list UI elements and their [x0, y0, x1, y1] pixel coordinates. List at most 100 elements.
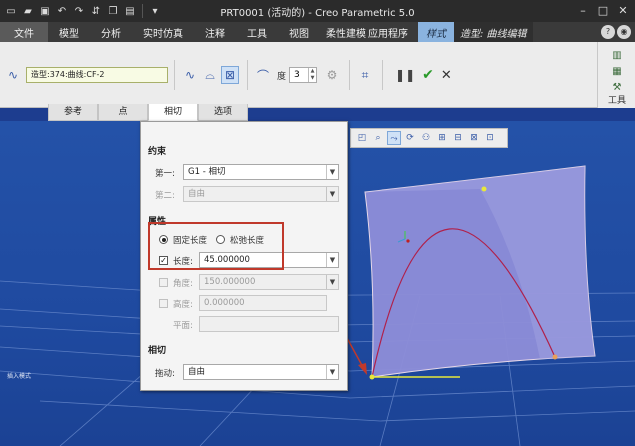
curve-type-icon: ∿ [7, 68, 19, 82]
interior-point[interactable] [481, 186, 487, 192]
angle-label: 角度: [173, 279, 193, 289]
plane-label: 平面: [173, 321, 193, 331]
height-label: 高度: [173, 300, 193, 310]
tab-curve-edit[interactable]: 造型: 曲线编辑 [454, 22, 533, 42]
constraint-heading: 约束 [148, 147, 167, 157]
open-folder-icon[interactable]: ▰ [21, 4, 35, 18]
status-text: 插入模式 [7, 373, 32, 380]
drag-value: 自由 [188, 367, 206, 377]
curve-analysis-icon[interactable]: ⌗ [356, 66, 374, 84]
end-point[interactable] [552, 354, 558, 360]
menu-tools[interactable]: 工具 [236, 22, 278, 42]
ribbon-separator [174, 60, 175, 90]
zoom-icon[interactable]: ⌕ [371, 131, 385, 145]
refit-icon[interactable]: ◰ [355, 131, 369, 145]
tab-references[interactable]: 参考 [48, 104, 98, 121]
second-constraint-value: 自由 [188, 189, 206, 199]
new-file-icon[interactable]: ▭ [4, 4, 18, 18]
fixed-length-radio[interactable] [159, 235, 168, 244]
close-icon[interactable]: ✕ [441, 68, 452, 83]
plane-input[interactable] [199, 316, 339, 332]
first-constraint-select[interactable]: G1 - 相切 ▼ [183, 164, 339, 180]
tool-settings-icon[interactable]: ▥ [610, 50, 624, 62]
menu-simulation[interactable]: 实时仿真 [132, 22, 194, 42]
view-manager-icon[interactable]: ⚇ [419, 131, 433, 145]
drag-select[interactable]: 自由 ▼ [183, 364, 339, 380]
ribbon-separator [382, 60, 384, 90]
menu-view[interactable]: 视图 [278, 22, 320, 42]
menu-analysis[interactable]: 分析 [90, 22, 132, 42]
menu-flexible-modeling[interactable]: 柔性建模 [320, 22, 368, 42]
table-icon[interactable]: ⊠ [467, 131, 481, 145]
tab-tangent[interactable]: 相切 [148, 104, 198, 121]
degree-label: 度 [277, 71, 287, 82]
graphics-toolbar: ◰ ⌕ ⤳ ⟳ ⚇ ⊞ ⊟ ⊠ ⊡ [350, 128, 508, 148]
degree-stepper[interactable]: 3 ▲ ▼ [289, 67, 318, 83]
connect-icon[interactable]: ⟳ [403, 131, 417, 145]
height-value: 0.000000 [204, 298, 245, 308]
close-window-icon[interactable]: ▤ [123, 4, 137, 18]
start-point[interactable] [369, 374, 375, 380]
length-label: 长度: [173, 257, 193, 267]
height-checkbox[interactable] [159, 299, 168, 308]
save-icon[interactable]: ▣ [38, 4, 52, 18]
grid-icon[interactable]: ⊞ [435, 131, 449, 145]
length-checkbox[interactable]: ✓ [159, 256, 168, 265]
tool-grid-icon[interactable]: ▦ [610, 66, 624, 78]
tangent-panel: 约束 第一: G1 - 相切 ▼ 第二: 自由 ▼ 属性 固定长度 松弛长度 ✓… [140, 121, 348, 391]
tools-group: ▥ ▦ ⚒ 工具 [597, 42, 635, 108]
menu-applications[interactable]: 应用程序 [368, 22, 412, 42]
second-constraint-select[interactable]: 自由 ▼ [183, 186, 339, 202]
curve-select-icon[interactable]: ⤳ [387, 131, 401, 145]
plane-display-icon[interactable]: ⊟ [451, 131, 465, 145]
relaxed-length-radio[interactable] [216, 235, 225, 244]
ribbon-separator [247, 60, 248, 90]
settings-icon[interactable]: ◉ [617, 25, 631, 39]
menu-file[interactable]: 文件 [0, 22, 48, 42]
window-controls: – □ ✕ [575, 3, 631, 19]
cos-curve-button[interactable]: ⊠ [221, 66, 239, 84]
menu-annotate[interactable]: 注释 [194, 22, 236, 42]
toolbar-separator [142, 4, 143, 18]
chevron-down-icon: ▼ [326, 365, 338, 379]
length-input[interactable]: 45.000000 ▼ [199, 252, 339, 268]
app-window: ▭ ▰ ▣ ↶ ↷ ⇵ ❐ ▤ ▾ PRT0001 (活动的) - Creo P… [0, 0, 635, 446]
angle-checkbox[interactable] [159, 278, 168, 287]
windows-icon[interactable]: ❐ [106, 4, 120, 18]
relaxed-length-label: 松弛长度 [230, 236, 265, 246]
height-input[interactable]: 0.000000 [199, 295, 327, 311]
length-value: 45.000000 [204, 255, 250, 265]
first-label: 第一: [155, 169, 175, 179]
second-label: 第二: [155, 191, 175, 201]
help-icon[interactable]: ? [601, 25, 615, 39]
angle-input[interactable]: 150.000000 ▼ [199, 274, 339, 290]
dashboard-tabs: 参考 点 相切 选项 [0, 104, 595, 121]
quick-access-toolbar: ▭ ▰ ▣ ↶ ↷ ⇵ ❐ ▤ ▾ [0, 0, 162, 22]
drag-label: 拖动: [155, 369, 175, 379]
control-point-icon[interactable]: ⌒ [254, 66, 272, 84]
redo-icon[interactable]: ↷ [72, 4, 86, 18]
free-curve-button[interactable]: ∿ [181, 66, 199, 84]
tab-style[interactable]: 样式 [418, 22, 454, 42]
maximize-icon[interactable]: □ [595, 3, 611, 19]
tab-options[interactable]: 选项 [198, 104, 248, 121]
curvature-icon[interactable]: ⚙ [323, 66, 341, 84]
close-icon[interactable]: ✕ [615, 3, 631, 19]
menu-bar: 文件 模型 分析 实时仿真 注释 工具 视图 柔性建模 应用程序 样式 造型: … [0, 22, 635, 42]
undo-icon[interactable]: ↶ [55, 4, 69, 18]
tools-label: 工具 [607, 96, 626, 106]
check-icon[interactable]: ✔ [422, 67, 434, 83]
spin-icon[interactable]: ⊡ [483, 131, 497, 145]
minimize-icon[interactable]: – [575, 3, 591, 19]
reference-field[interactable]: 造型:374:曲线:CF-2 [26, 67, 168, 83]
spinner-arrows-icon[interactable]: ▲ ▼ [308, 68, 316, 82]
pause-icon[interactable]: ❚❚ [395, 68, 415, 82]
chevron-down-icon: ▼ [326, 165, 338, 179]
plane-curve-button[interactable]: ⌓ [201, 66, 219, 84]
tab-points[interactable]: 点 [98, 104, 148, 121]
menu-right-icons: ? ◉ [601, 22, 635, 42]
regenerate-icon[interactable]: ⇵ [89, 4, 103, 18]
menu-model[interactable]: 模型 [48, 22, 90, 42]
csys-origin [406, 239, 410, 243]
customize-icon[interactable]: ▾ [148, 4, 162, 18]
